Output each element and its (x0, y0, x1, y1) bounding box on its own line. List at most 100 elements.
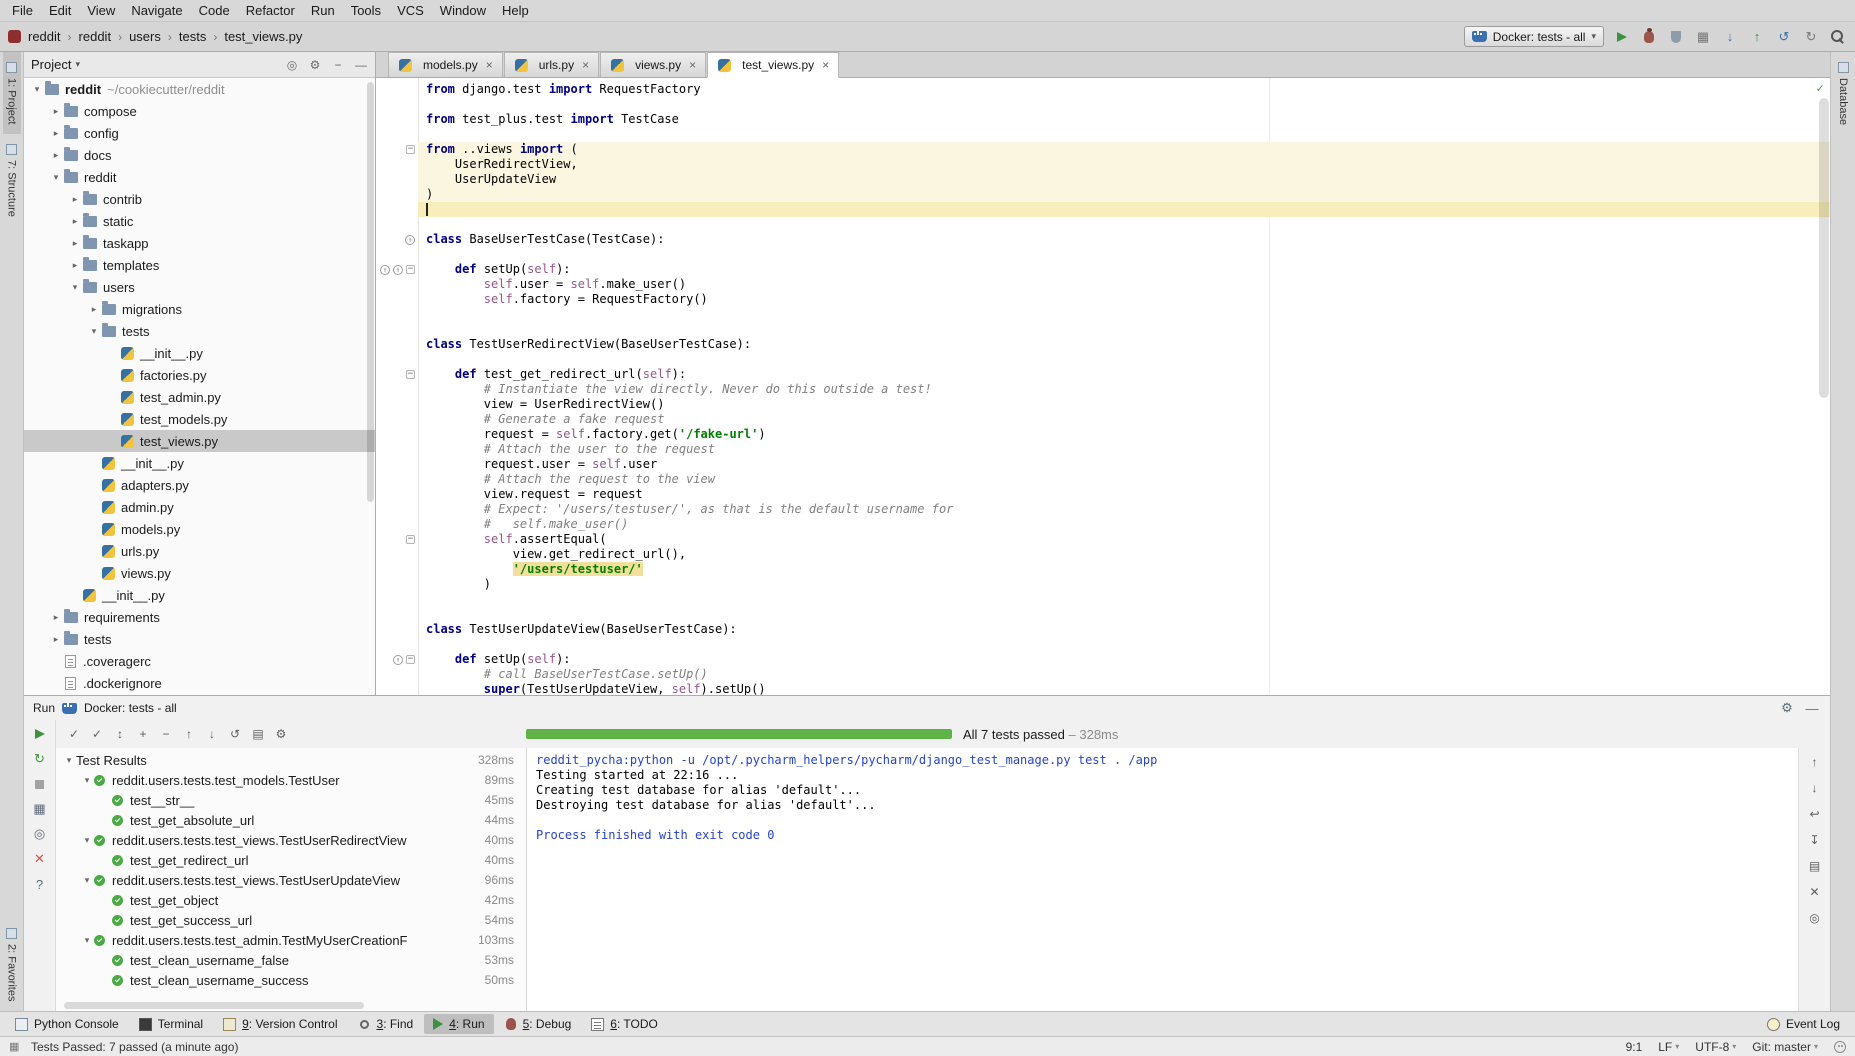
code-line[interactable]: − self.assertEqual( (376, 532, 1830, 547)
breadcrumb-item[interactable]: reddit (26, 28, 63, 45)
menu-item-run[interactable]: Run (303, 1, 343, 20)
menu-item-vcs[interactable]: VCS (389, 1, 432, 20)
tree-collapse-arrow-icon[interactable]: ▾ (68, 282, 82, 293)
code-line[interactable]: # Attach the user to the request (376, 442, 1830, 457)
hide-passed-icon[interactable]: ✓ (66, 726, 82, 742)
help-icon[interactable]: ? (32, 877, 48, 891)
menu-item-help[interactable]: Help (494, 1, 537, 20)
tree-item[interactable]: ▾users (24, 276, 375, 298)
tree-item[interactable]: test_models.py (24, 408, 375, 430)
test-tree-item[interactable]: ▾reddit.users.tests.test_views.TestUserR… (56, 830, 526, 850)
vcs-branch-indicator[interactable]: Git: master▾ (1752, 1040, 1818, 1054)
tree-item[interactable]: models.py (24, 518, 375, 540)
tree-item[interactable]: ▾reddit (24, 166, 375, 188)
code-line[interactable]: self.factory = RequestFactory() (376, 292, 1830, 307)
locate-icon[interactable]: ◎ (285, 57, 299, 73)
tree-item[interactable]: __init__.py (24, 452, 375, 474)
code-line[interactable]: from test_plus.test import TestCase (376, 112, 1830, 127)
tree-item[interactable]: ▾tests (24, 320, 375, 342)
project-scrollbar[interactable] (367, 82, 374, 502)
settings-icon[interactable]: ⚙ (308, 57, 322, 73)
code-line[interactable] (376, 247, 1830, 262)
tree-expand-arrow-icon[interactable]: ▸ (68, 238, 82, 249)
print-icon[interactable]: ▤ (1807, 858, 1823, 874)
vcs-commit-icon[interactable]: ↑ (1748, 29, 1766, 45)
toolwindow-button-terminal[interactable]: Terminal (130, 1014, 212, 1034)
collapse-all-icon[interactable]: − (331, 57, 345, 73)
close-icon[interactable]: ✕ (32, 852, 48, 866)
code-line[interactable]: # Instantiate the view directly. Never d… (376, 382, 1830, 397)
code-line[interactable]: class TestUserUpdateView(BaseUserTestCas… (376, 622, 1830, 637)
run-configuration-select[interactable]: Docker: tests - all ▾ (1464, 26, 1604, 47)
tree-expand-arrow-icon[interactable]: ▸ (87, 304, 101, 315)
code-line[interactable]: ) (376, 577, 1830, 592)
run-icon[interactable] (1613, 29, 1631, 45)
test-tree-item[interactable]: test_get_absolute_url44ms (56, 810, 526, 830)
caret-position-indicator[interactable]: 9:1 (1626, 1040, 1643, 1054)
tree-item[interactable]: factories.py (24, 364, 375, 386)
menu-item-edit[interactable]: Edit (41, 1, 79, 20)
clear-console-icon[interactable]: ✕ (1807, 884, 1823, 900)
tree-item[interactable]: __init__.py (24, 584, 375, 606)
code-line[interactable]: request = self.factory.get('/fake-url') (376, 427, 1830, 442)
test-tree-item[interactable]: test__str__45ms (56, 790, 526, 810)
code-line[interactable]: '/users/testuser/' (376, 562, 1830, 577)
toolwindow-button-event-log[interactable]: Event Log (1758, 1014, 1849, 1034)
tree-item[interactable]: ▸migrations (24, 298, 375, 320)
code-line[interactable]: # self.make_user() (376, 517, 1830, 532)
settings-icon[interactable]: ⚙ (273, 726, 289, 742)
strip-tab-7-structure[interactable]: 7: Structure (3, 134, 21, 227)
code-line[interactable]: view.request = request (376, 487, 1830, 502)
test-tree-item[interactable]: test_get_success_url54ms (56, 910, 526, 930)
tree-expand-arrow-icon[interactable]: ▸ (68, 260, 82, 271)
tree-expand-arrow-icon[interactable]: ▸ (68, 216, 82, 227)
strip-tab-database[interactable]: Database (1834, 52, 1852, 135)
tree-expand-arrow-icon[interactable]: ▸ (49, 106, 63, 117)
status-message[interactable]: Tests Passed: 7 passed (a minute ago) (31, 1040, 238, 1054)
code-line[interactable]: super(TestUserUpdateView, self).setUp() (376, 682, 1830, 695)
code-line[interactable]: # Attach the request to the view (376, 472, 1830, 487)
tree-item[interactable]: ▸docs (24, 144, 375, 166)
tree-expand-arrow-icon[interactable]: ▸ (49, 634, 63, 645)
toolwindow-layout-icon[interactable]: ▦ (1694, 29, 1712, 45)
code-line[interactable]: # call BaseUserTestCase.setUp() (376, 667, 1830, 682)
editor-tab-urls-py[interactable]: urls.py× (504, 52, 599, 77)
code-line[interactable] (376, 127, 1830, 142)
tree-collapse-arrow-icon[interactable]: ▾ (80, 875, 94, 886)
breadcrumb-item[interactable]: reddit (77, 28, 114, 45)
stop-icon[interactable] (32, 777, 48, 791)
breadcrumb-item[interactable]: users (127, 28, 163, 45)
tree-item[interactable]: ▸templates (24, 254, 375, 276)
editor-scrollbar[interactable] (1819, 98, 1829, 398)
fold-marker-icon[interactable]: − (406, 370, 415, 379)
rerun-icon[interactable] (32, 727, 48, 741)
coverage-icon[interactable] (1667, 29, 1685, 45)
tree-item[interactable]: ▸static (24, 210, 375, 232)
override-marker-icon[interactable]: ↑ (393, 265, 403, 275)
line-separator-indicator[interactable]: LF▾ (1658, 1040, 1679, 1054)
to-previous-icon[interactable]: ↑ (1807, 754, 1823, 770)
code-line[interactable]: ) (376, 187, 1830, 202)
tree-collapse-arrow-icon[interactable]: ▾ (62, 755, 76, 766)
tree-collapse-arrow-icon[interactable]: ▾ (80, 835, 94, 846)
code-line[interactable]: UserUpdateView (376, 172, 1830, 187)
project-panel-title[interactable]: Project (31, 57, 71, 72)
tree-item[interactable]: ▸taskapp (24, 232, 375, 254)
toolwindow-button-python-console[interactable]: Python Console (6, 1014, 128, 1034)
previous-failed-test-icon[interactable]: ↑ (181, 726, 197, 742)
tree-item[interactable]: __init__.py (24, 342, 375, 364)
menu-item-refactor[interactable]: Refactor (238, 1, 303, 20)
code-line[interactable]: ↑class BaseUserTestCase(TestCase): (376, 232, 1830, 247)
import-results-icon[interactable]: ▤ (250, 726, 266, 742)
close-tab-icon[interactable]: × (486, 58, 493, 72)
inspections-profile-icon[interactable] (1834, 1041, 1846, 1053)
menu-item-tools[interactable]: Tools (343, 1, 389, 20)
editor-tab-views-py[interactable]: views.py× (600, 52, 706, 77)
test-tree-item[interactable]: test_clean_username_success50ms (56, 970, 526, 990)
code-line[interactable]: request.user = self.user (376, 457, 1830, 472)
toolwindow-button-9-version-control[interactable]: 9: Version Control (214, 1014, 346, 1034)
test-tree-item[interactable]: ▾Test Results328ms (56, 750, 526, 770)
fold-marker-icon[interactable]: − (406, 535, 415, 544)
code-line[interactable]: ↑− def setUp(self): (376, 652, 1830, 667)
test-tree-item[interactable]: ▾reddit.users.tests.test_admin.TestMyUse… (56, 930, 526, 950)
